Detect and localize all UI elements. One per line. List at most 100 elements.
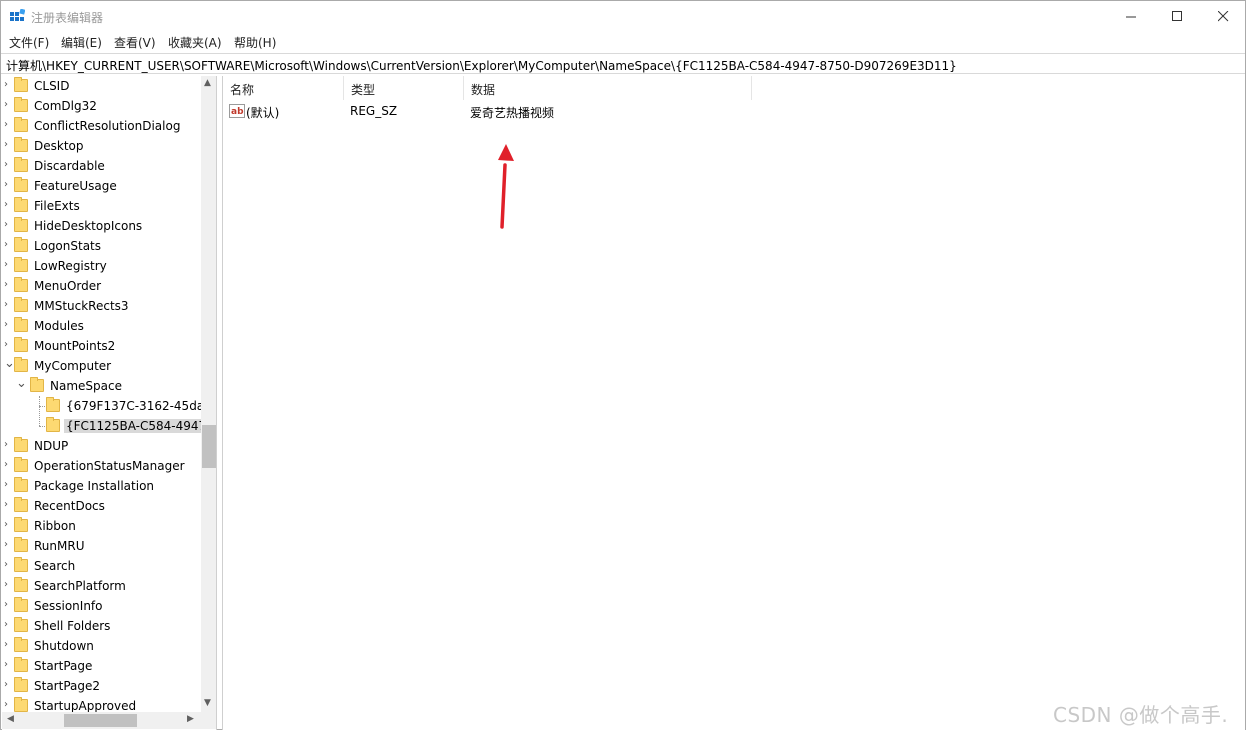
value-row[interactable]: ab (默认) REG_SZ 爱奇艺热播视频 bbox=[223, 101, 753, 121]
tree-horizontal-scroll-thumb[interactable] bbox=[64, 714, 137, 727]
tree-item[interactable]: › OperationStatusManager bbox=[2, 456, 201, 476]
chevron-right-icon[interactable]: › bbox=[4, 339, 8, 350]
folder-icon bbox=[14, 637, 28, 652]
tree-item[interactable]: ⌄ NameSpace bbox=[2, 376, 201, 396]
tree-item[interactable]: › NDUP bbox=[2, 436, 201, 456]
chevron-right-icon[interactable]: › bbox=[4, 499, 8, 510]
value-list-pane[interactable]: 名称 类型 数据 ab (默认) REG_SZ 爱奇艺热播视频 bbox=[222, 76, 1245, 730]
tree-item[interactable]: › LogonStats bbox=[2, 236, 201, 256]
tree-item[interactable]: › SessionInfo bbox=[2, 596, 201, 616]
chevron-right-icon[interactable]: › bbox=[4, 459, 8, 470]
chevron-right-icon[interactable]: › bbox=[4, 139, 8, 150]
chevron-right-icon[interactable]: › bbox=[4, 639, 8, 650]
maximize-button[interactable] bbox=[1154, 1, 1200, 31]
tree-item[interactable]: › Modules bbox=[2, 316, 201, 336]
chevron-right-icon[interactable]: › bbox=[4, 619, 8, 630]
scroll-left-icon[interactable]: ◀ bbox=[7, 714, 14, 724]
tree-item[interactable]: › RunMRU bbox=[2, 536, 201, 556]
menu-favorites[interactable]: 收藏夹(A) bbox=[168, 34, 222, 51]
chevron-right-icon[interactable]: › bbox=[4, 599, 8, 610]
tree-item[interactable]: › Ribbon bbox=[2, 516, 201, 536]
tree-item[interactable]: › LowRegistry bbox=[2, 256, 201, 276]
chevron-right-icon[interactable]: › bbox=[4, 119, 8, 130]
tree-item-label: Search bbox=[34, 559, 76, 573]
key-tree-pane[interactable]: › CLSID › ComDlg32 › ConflictResolutionDialog… bbox=[2, 76, 217, 730]
chevron-right-icon[interactable]: › bbox=[4, 239, 8, 250]
chevron-right-icon[interactable]: › bbox=[4, 319, 8, 330]
tree-item[interactable]: › CLSID bbox=[2, 76, 201, 96]
chevron-right-icon[interactable]: › bbox=[4, 479, 8, 490]
column-header-name[interactable]: 名称 bbox=[223, 76, 344, 100]
registry-editor-window: 注册表编辑器 文件(F) 编辑(E) 查看(V) 收藏夹(A) 帮助(H) 计算… bbox=[0, 0, 1246, 730]
scroll-right-icon[interactable]: ▶ bbox=[187, 714, 194, 724]
chevron-right-icon[interactable]: › bbox=[4, 679, 8, 690]
scroll-up-icon[interactable]: ▲ bbox=[204, 78, 211, 88]
tree-item-label: RunMRU bbox=[34, 539, 85, 553]
menu-view[interactable]: 查看(V) bbox=[114, 34, 156, 51]
title-bar[interactable]: 注册表编辑器 bbox=[1, 1, 1245, 31]
chevron-right-icon[interactable]: › bbox=[4, 199, 8, 210]
chevron-right-icon[interactable]: › bbox=[4, 299, 8, 310]
tree-item-label: ConflictResolutionDialog bbox=[34, 119, 181, 133]
chevron-down-icon[interactable]: ⌄ bbox=[16, 376, 27, 391]
tree-item[interactable]: › MMStuckRects3 bbox=[2, 296, 201, 316]
chevron-right-icon[interactable]: › bbox=[4, 659, 8, 670]
tree-item-label: Discardable bbox=[34, 159, 105, 173]
tree-item[interactable]: › SearchPlatform bbox=[2, 576, 201, 596]
tree-item[interactable]: › Desktop bbox=[2, 136, 201, 156]
tree-item[interactable]: › ConflictResolutionDialog bbox=[2, 116, 201, 136]
chevron-right-icon[interactable]: › bbox=[4, 179, 8, 190]
tree-item[interactable]: › HideDesktopIcons bbox=[2, 216, 201, 236]
chevron-right-icon[interactable]: › bbox=[4, 259, 8, 270]
maximize-icon bbox=[1171, 10, 1182, 21]
chevron-right-icon[interactable]: › bbox=[4, 579, 8, 590]
scrollbar-corner bbox=[201, 712, 216, 729]
tree-item[interactable]: ⌄ MyComputer bbox=[2, 356, 201, 376]
tree-item[interactable]: › FileExts bbox=[2, 196, 201, 216]
menu-file[interactable]: 文件(F) bbox=[9, 34, 49, 51]
minimize-button[interactable] bbox=[1108, 1, 1154, 31]
tree-vertical-scroll-thumb[interactable] bbox=[202, 425, 216, 468]
tree-item[interactable]: › Search bbox=[2, 556, 201, 576]
menu-help[interactable]: 帮助(H) bbox=[234, 34, 276, 51]
tree-item[interactable]: › Shutdown bbox=[2, 636, 201, 656]
tree-item[interactable]: › MenuOrder bbox=[2, 276, 201, 296]
tree-vertical-scrollbar[interactable]: ▲ ▼ bbox=[201, 76, 216, 712]
tree-item[interactable]: › Package Installation bbox=[2, 476, 201, 496]
column-header-data[interactable]: 数据 bbox=[464, 76, 752, 100]
tree-item[interactable]: › RecentDocs bbox=[2, 496, 201, 516]
tree-item[interactable]: › ComDlg32 bbox=[2, 96, 201, 116]
chevron-right-icon[interactable]: › bbox=[4, 159, 8, 170]
chevron-right-icon[interactable]: › bbox=[4, 99, 8, 110]
chevron-right-icon[interactable]: › bbox=[4, 559, 8, 570]
menu-edit[interactable]: 编辑(E) bbox=[61, 34, 102, 51]
tree-item[interactable]: › MountPoints2 bbox=[2, 336, 201, 356]
tree-item-label: SessionInfo bbox=[34, 599, 103, 613]
tree-item[interactable]: {FC1125BA-C584-4947- bbox=[2, 416, 213, 436]
tree-item[interactable]: › StartPage bbox=[2, 656, 201, 676]
close-button[interactable] bbox=[1200, 1, 1246, 31]
tree-item-label: Shell Folders bbox=[34, 619, 111, 633]
chevron-right-icon[interactable]: › bbox=[4, 699, 8, 710]
chevron-right-icon[interactable]: › bbox=[4, 79, 8, 90]
tree-item[interactable]: › Discardable bbox=[2, 156, 201, 176]
value-type: REG_SZ bbox=[350, 104, 398, 118]
folder-icon bbox=[14, 97, 28, 112]
tree-item[interactable]: {679F137C-3162-45da- bbox=[2, 396, 209, 416]
tree-item[interactable]: › Shell Folders bbox=[2, 616, 201, 636]
chevron-right-icon[interactable]: › bbox=[4, 439, 8, 450]
column-header-type[interactable]: 类型 bbox=[344, 76, 464, 100]
tree-item-label: Package Installation bbox=[34, 479, 155, 493]
chevron-right-icon[interactable]: › bbox=[4, 219, 8, 230]
folder-icon bbox=[14, 357, 28, 372]
tree-item[interactable]: › FeatureUsage bbox=[2, 176, 201, 196]
scroll-down-icon[interactable]: ▼ bbox=[204, 698, 211, 708]
tree-item[interactable]: › StartPage2 bbox=[2, 676, 201, 696]
chevron-right-icon[interactable]: › bbox=[4, 539, 8, 550]
chevron-right-icon[interactable]: › bbox=[4, 279, 8, 290]
chevron-right-icon[interactable]: › bbox=[4, 519, 8, 530]
address-bar[interactable]: 计算机\HKEY_CURRENT_USER\SOFTWARE\Microsoft… bbox=[1, 53, 1245, 74]
tree-item-label: OperationStatusManager bbox=[34, 459, 185, 473]
address-path[interactable]: 计算机\HKEY_CURRENT_USER\SOFTWARE\Microsoft… bbox=[6, 57, 957, 74]
tree-horizontal-scrollbar[interactable]: ◀ ▶ bbox=[2, 712, 201, 729]
